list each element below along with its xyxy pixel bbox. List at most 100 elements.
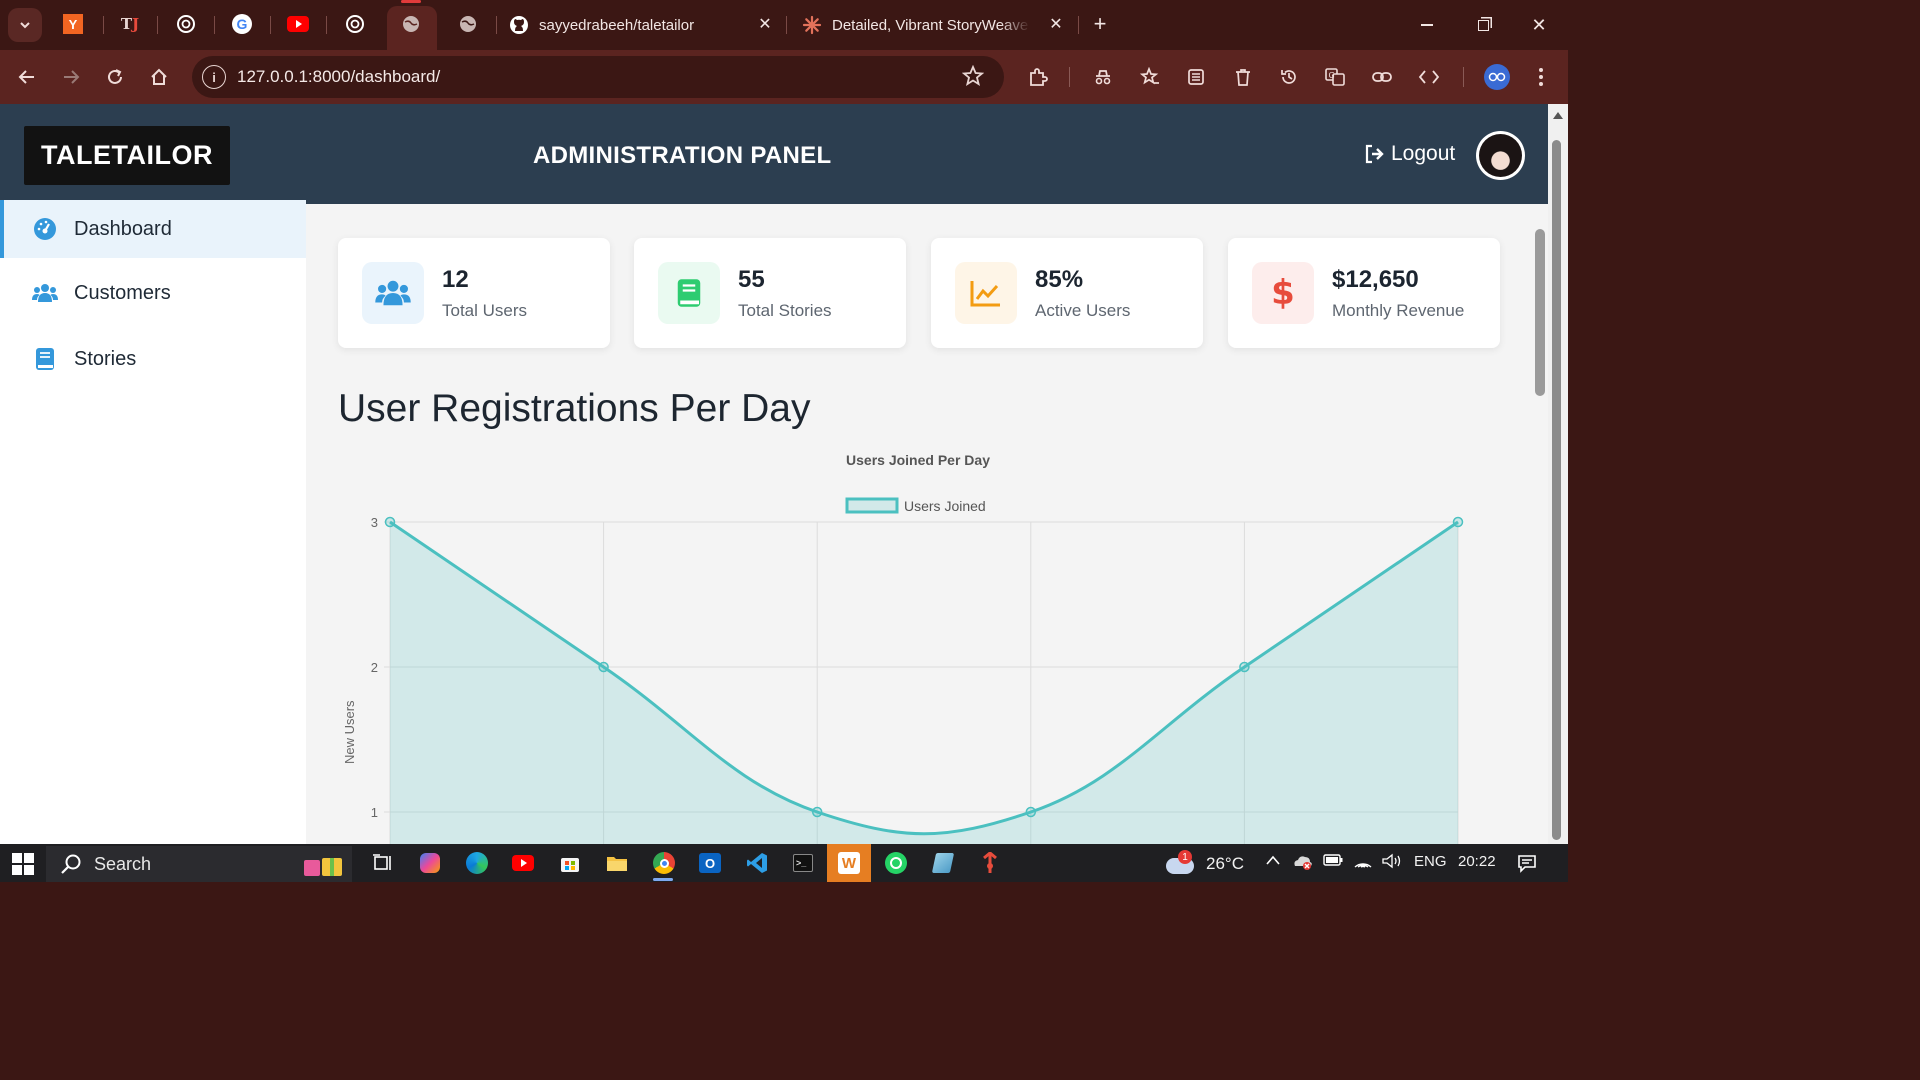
translate-icon: G xyxy=(1325,68,1345,86)
logout-button[interactable]: Logout xyxy=(1364,142,1455,166)
volume-icon[interactable] xyxy=(1381,853,1403,873)
tab-youtube[interactable] xyxy=(287,13,309,35)
chrome-icon[interactable] xyxy=(652,851,676,875)
devtools-button[interactable] xyxy=(1414,62,1444,92)
copilot-icon[interactable] xyxy=(418,851,442,875)
puzzle-icon xyxy=(1030,68,1048,86)
sidebar-item-customers[interactable]: Customers xyxy=(0,264,306,322)
tab-google[interactable]: G xyxy=(231,13,253,35)
avatar[interactable] xyxy=(1476,131,1525,180)
weather-icon[interactable]: 1 xyxy=(1166,850,1196,876)
profile-avatar-icon[interactable] xyxy=(1484,64,1510,90)
book-icon xyxy=(32,346,58,372)
data-point[interactable] xyxy=(1452,516,1464,528)
reload-button[interactable] xyxy=(100,62,130,92)
show-hidden-icons-icon[interactable] xyxy=(1265,853,1281,870)
sidebar: Dashboard Customers Stories xyxy=(0,200,306,844)
page-scrollbar-thumb[interactable] xyxy=(1535,229,1545,396)
word-app-highlight[interactable]: W xyxy=(827,844,871,882)
notes-app-icon[interactable] xyxy=(931,851,955,875)
legend-swatch[interactable] xyxy=(845,497,899,514)
stat-card-total-users: 12 Total Users xyxy=(338,238,610,348)
series-area-fill xyxy=(390,522,1458,844)
site-info-icon[interactable]: i xyxy=(202,65,226,89)
openai-icon xyxy=(346,15,364,33)
new-tab-plus-icon[interactable]: + xyxy=(1089,11,1111,36)
windows-start-icon[interactable] xyxy=(11,852,35,876)
tab-openai-2[interactable] xyxy=(344,13,366,35)
browser-menu-button[interactable] xyxy=(1526,62,1556,92)
browser-toolbar: i 127.0.0.1:8000/dashboard/ G xyxy=(0,50,1568,104)
notification-badge: 1 xyxy=(1178,850,1192,864)
clock[interactable]: 20:22 xyxy=(1458,853,1496,870)
logout-label: Logout xyxy=(1391,142,1456,165)
address-bar[interactable]: i 127.0.0.1:8000/dashboard/ xyxy=(192,56,1004,98)
close-tab-icon[interactable]: ✕ xyxy=(1045,13,1067,35)
history-button[interactable] xyxy=(1274,62,1304,92)
incognito-button[interactable] xyxy=(1088,62,1118,92)
tab-claude[interactable]: Detailed, Vibrant StoryWeave R xyxy=(802,8,1034,42)
close-tab-icon[interactable]: ✕ xyxy=(754,13,776,35)
battery-icon[interactable] xyxy=(1323,853,1343,871)
brand-logo[interactable]: TALETAILOR xyxy=(24,126,230,185)
close-window-icon[interactable]: ✕ xyxy=(1524,10,1554,40)
tab-globe[interactable] xyxy=(457,13,479,35)
language-indicator[interactable]: ENG xyxy=(1414,853,1447,870)
vscode-icon[interactable] xyxy=(745,851,769,875)
outlook-icon[interactable]: O xyxy=(698,851,722,875)
sidebar-item-dashboard[interactable]: Dashboard xyxy=(0,200,306,258)
task-view-icon[interactable] xyxy=(371,851,395,875)
sign-out-icon xyxy=(1365,144,1384,164)
y-combinator-icon: Y xyxy=(63,14,83,34)
whatsapp-icon[interactable] xyxy=(884,851,908,875)
translate-button[interactable]: G xyxy=(1320,62,1350,92)
url-text: 127.0.0.1:8000/dashboard/ xyxy=(237,67,441,86)
onedrive-error-icon[interactable] xyxy=(1292,853,1314,875)
store-icon[interactable] xyxy=(558,851,582,875)
data-point[interactable] xyxy=(1025,806,1037,818)
tab-openai-1[interactable] xyxy=(175,13,197,35)
y-tick-label: 1 xyxy=(371,805,378,820)
bookmark-star-icon[interactable] xyxy=(962,65,984,87)
sidebar-item-label: Dashboard xyxy=(74,217,172,240)
restore-icon[interactable] xyxy=(1468,10,1498,40)
tab-tj[interactable]: TJ xyxy=(119,13,141,35)
git-tool-icon[interactable] xyxy=(978,851,1002,875)
edge-icon[interactable] xyxy=(465,851,489,875)
data-point[interactable] xyxy=(1239,661,1250,673)
youtube-app-icon[interactable] xyxy=(511,851,535,875)
data-point[interactable] xyxy=(598,661,609,673)
data-point[interactable] xyxy=(384,516,396,528)
browser-scrollbar[interactable] xyxy=(1548,104,1568,844)
sidebar-item-stories[interactable]: Stories xyxy=(0,330,306,388)
stat-label: Active Users xyxy=(1035,301,1131,320)
back-button[interactable] xyxy=(12,62,42,92)
extensions-button[interactable] xyxy=(1023,62,1053,92)
copy-link-button[interactable] xyxy=(1367,62,1397,92)
terminal-icon[interactable]: >_ xyxy=(791,851,815,875)
home-button[interactable] xyxy=(144,62,174,92)
data-point[interactable] xyxy=(811,806,823,818)
forward-button[interactable] xyxy=(56,62,86,92)
stat-card-monthly-revenue: $ $12,650 Monthly Revenue xyxy=(1228,238,1500,348)
book-icon xyxy=(658,262,720,324)
tab-github[interactable]: sayyedrabeeh/taletailor xyxy=(509,8,749,42)
tab-search-button[interactable] xyxy=(8,8,42,42)
arrow-right-icon xyxy=(64,70,80,84)
delete-button[interactable] xyxy=(1228,62,1258,92)
youtube-icon xyxy=(287,16,309,32)
trash-icon xyxy=(1236,69,1250,86)
favorites-button[interactable] xyxy=(1135,62,1165,92)
tab-active-dashboard[interactable] xyxy=(387,0,437,50)
reading-list-button[interactable] xyxy=(1181,62,1211,92)
notifications-icon[interactable] xyxy=(1517,853,1537,877)
y-tick-label: 2 xyxy=(371,660,378,675)
legend-label[interactable]: Users Joined xyxy=(904,498,986,514)
home-icon xyxy=(151,68,167,85)
reading-list-icon xyxy=(1188,69,1204,85)
wifi-icon[interactable] xyxy=(1353,853,1373,873)
minimize-icon[interactable] xyxy=(1412,10,1442,40)
taskbar-search[interactable]: Search xyxy=(46,846,352,882)
file-explorer-icon[interactable] xyxy=(605,851,629,875)
tab-y-combinator[interactable]: Y xyxy=(62,13,84,35)
